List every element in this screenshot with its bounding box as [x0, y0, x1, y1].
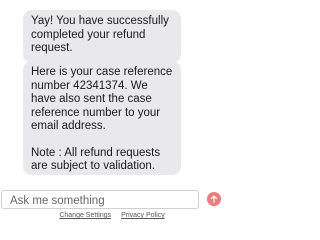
footer-links: Change Settings Privacy Policy [0, 212, 224, 219]
send-button[interactable] [207, 192, 221, 206]
bot-message-bubble: Yay! You have successfully completed you… [23, 10, 181, 63]
bot-message-bubble: Here is your case reference number 42341… [23, 61, 181, 175]
change-settings-link[interactable]: Change Settings [59, 212, 111, 219]
privacy-policy-link[interactable]: Privacy Policy [121, 212, 165, 219]
message-note: Note : All refund requests are subject t… [31, 146, 161, 173]
chat-input[interactable] [2, 192, 198, 210]
arrow-up-icon [210, 195, 218, 203]
chat-input-container [1, 190, 199, 210]
message-text: Here is your case reference number 42341… [31, 66, 173, 132]
message-text: Yay! You have successfully completed you… [31, 15, 169, 54]
